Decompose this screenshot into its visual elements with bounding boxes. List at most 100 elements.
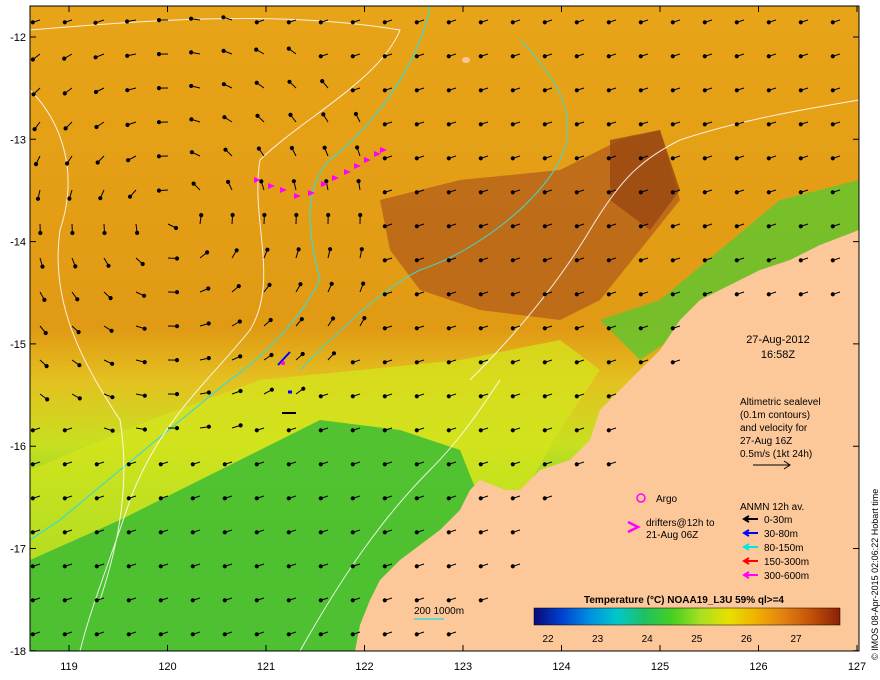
velocity-arrow-head [574,428,579,433]
velocity-arrow-head [734,190,739,195]
velocity-arrow-head [142,293,147,298]
velocity-arrow-head [98,196,103,201]
velocity-arrow-head [254,564,259,569]
velocity-arrow-head [542,122,547,127]
velocity-arrow-head [382,632,387,637]
velocity-arrow-head [62,56,67,61]
velocity-arrow-head [510,326,515,331]
velocity-arrow-head [830,20,835,25]
velocity-arrow-head [190,496,195,501]
velocity-arrow-head [446,530,451,535]
velocity-arrow-head [289,145,294,151]
velocity-arrow-head [62,564,67,569]
velocity-arrow-head [574,326,579,331]
velocity-arrow-head [222,496,227,501]
velocity-arrow-head [254,428,259,433]
colorbar-tick-label: 25 [691,634,703,645]
velocity-arrow-head [382,462,387,467]
velocity-arrow-head [414,564,419,569]
velocity-arrow-head [156,18,162,23]
velocity-arrow-head [734,54,739,59]
velocity-arrow-head [350,632,355,637]
velocity-arrow-head [174,290,180,295]
velocity-arrow-head [382,224,387,229]
y-tick-label: -15 [10,339,26,351]
velocity-arrow-head [331,351,337,356]
velocity-arrow-head [350,530,355,535]
velocity-arrow-head [356,179,361,184]
velocity-arrow-head [126,632,131,637]
velocity-arrow-head [382,326,387,331]
x-tick-label: 119 [60,661,78,673]
velocity-arrow-head [670,122,675,127]
velocity-arrow-head [702,88,707,93]
anmn-item-label: 150-300m [764,557,809,568]
velocity-arrow-head [830,88,835,93]
velocity-arrow-head [318,496,323,501]
velocity-arrow-head [63,126,68,131]
velocity-arrow-head [110,361,115,366]
velocity-arrow-head [510,224,515,229]
velocity-arrow-head [446,54,451,59]
velocity-arrow-head [606,292,611,297]
x-tick-label: 125 [651,661,669,673]
velocity-arrow-head [126,598,131,603]
velocity-arrow-head [638,292,643,297]
velocity-arrow-head [30,462,35,467]
velocity-arrow-head [30,564,35,569]
velocity-arrow-head [254,496,259,501]
velocity-arrow-head [766,156,771,161]
velocity-arrow-head [32,127,37,132]
velocity-arrow-head [606,88,611,93]
velocity-arrow-head [606,428,611,433]
velocity-arrow-head [606,122,611,127]
velocity-arrow-head [446,360,451,365]
velocity-arrow-head [329,281,334,286]
velocity-arrow-head [606,394,611,399]
velocity-arrow-head [414,258,419,263]
velocity-arrow-head [318,632,323,637]
velocity-arrow-head [510,360,515,365]
velocity-arrow-head [606,258,611,263]
velocity-arrow-head [321,112,326,117]
velocity-arrow-head [382,258,387,263]
velocity-arrow-head [766,20,771,25]
velocity-arrow-head [382,496,387,501]
velocity-arrow-head [446,598,451,603]
velocity-arrow-head [414,122,419,127]
velocity-arrow-head [94,564,99,569]
velocity-arrow-head [638,88,643,93]
velocity-arrow-head [830,54,835,59]
velocity-arrow-head [318,598,323,603]
velocity-arrow-head [478,54,483,59]
velocity-arrow-head [93,55,98,60]
colorbar-tick-label: 26 [741,634,753,645]
velocity-arrow-head [574,156,579,161]
velocity-arrow-head [125,122,130,128]
anmn-item-label: 0-30m [764,515,792,526]
velocity-arrow-head [766,224,771,229]
velocity-arrow-head [254,47,259,52]
velocity-arrow-head [158,496,163,501]
velocity-arrow-head [206,424,211,429]
velocity-arrow-head [446,20,451,25]
velocity-arrow-head [42,297,47,302]
x-tick-label: 122 [355,661,373,673]
velocity-arrow-head [94,462,99,467]
velocity-arrow-head [702,292,707,297]
velocity-arrow-head [300,351,305,357]
velocity-arrow-head [350,88,355,93]
velocity-arrow-head [350,394,355,399]
velocity-arrow-head [326,212,331,218]
velocity-arrow-head [318,564,323,569]
velocity-arrow-head [353,111,358,117]
altimetry-line-1: Altimetric sealevel [740,397,821,408]
velocity-arrow-head [510,394,515,399]
x-tick-label: 127 [848,661,866,673]
velocity-arrow-head [206,356,211,361]
velocity-arrow-head [287,79,292,84]
velocity-arrow-head [269,352,274,358]
velocity-arrow-head [127,194,133,199]
velocity-arrow-head [414,20,419,25]
velocity-arrow-head [510,428,515,433]
